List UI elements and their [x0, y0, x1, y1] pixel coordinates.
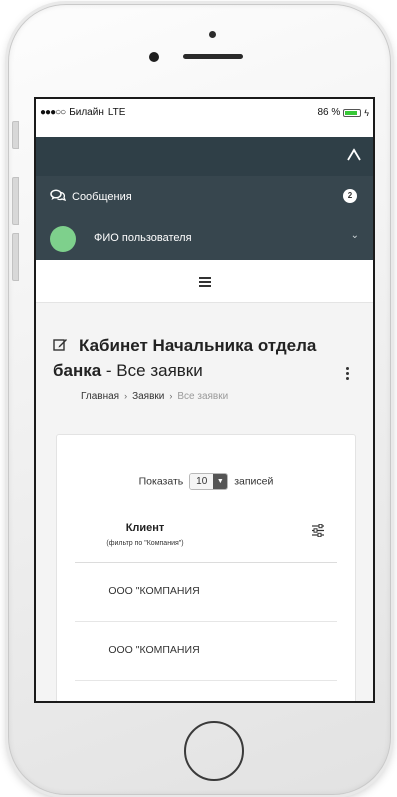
breadcrumb-home[interactable]: Главная — [81, 391, 119, 402]
user-name: ФИО пользователя — [94, 232, 192, 244]
menu-toggle-bar — [36, 260, 373, 303]
table-cell-client: ООО "КОМПАНИЯ — [108, 644, 200, 656]
chevron-right-icon: › — [169, 391, 173, 401]
battery-icon — [343, 108, 362, 117]
show-label: Показать — [138, 475, 184, 488]
column-title: Клиент — [125, 522, 165, 534]
entries-label: записей — [234, 475, 274, 488]
column-subtitle: (фильтр по "Компания") — [106, 540, 184, 547]
caret-down-icon: ▼ — [213, 474, 228, 489]
carrier-name: Билайн — [69, 107, 104, 118]
table-header-client[interactable]: Клиент (фильтр по "Компания") — [75, 510, 337, 563]
page-header: Кабинет Начальника отдела банка - Все за… — [36, 303, 373, 433]
breadcrumb-requests[interactable]: Заявки — [132, 391, 164, 402]
messages-label: Сообщения — [72, 191, 132, 203]
hamburger-menu-icon[interactable] — [199, 277, 211, 289]
battery-level — [345, 110, 358, 115]
user-menu[interactable]: ФИО пользователя ⌄ — [36, 216, 373, 260]
phone-screen: ●●●○○ Билайн LTE 86 % ϟ Сообщения 2 ФИО … — [34, 97, 375, 703]
mute-switch — [12, 121, 19, 149]
bolt-icon: ϟ — [364, 107, 369, 118]
breadcrumb-current: Все заявки — [177, 391, 229, 402]
filter-sliders-icon[interactable] — [311, 524, 325, 537]
page-title: Кабинет Начальника отдела банка - Все за… — [53, 333, 323, 383]
breadcrumb: Главная › Заявки › Все заявки — [81, 391, 228, 402]
volume-up-button — [12, 177, 19, 225]
table-row[interactable]: ООО "КОМПАНИЯ — [75, 563, 337, 622]
chat-bubbles-icon — [50, 189, 66, 202]
chevron-right-icon: › — [124, 391, 128, 401]
chevron-down-icon[interactable]: ⌄ — [351, 230, 359, 241]
avatar — [50, 226, 76, 252]
more-options-icon[interactable] — [346, 367, 349, 382]
signal-strength: ●●●○○ — [40, 107, 66, 118]
home-button[interactable] — [184, 721, 244, 781]
front-sensor — [209, 31, 216, 38]
volume-down-button — [12, 233, 19, 281]
battery-percent: 86 % — [317, 107, 341, 118]
front-camera — [149, 52, 159, 62]
page-size-value: 10 — [190, 474, 214, 489]
requests-table-card: Показать 10 ▼ записей Клиент (фильтр по … — [56, 434, 356, 701]
page-size-row: Показать 10 ▼ записей — [57, 473, 355, 490]
mountain-logo-icon[interactable] — [347, 148, 361, 162]
page-title-sub: Все заявки — [116, 361, 203, 380]
network-type: LTE — [107, 107, 126, 118]
earpiece-speaker — [183, 54, 243, 59]
top-navbar — [36, 137, 373, 176]
table-cell-client: ООО "КОМПАНИЯ — [108, 585, 200, 597]
page-title-separator: - — [101, 361, 117, 380]
page-size-select[interactable]: 10 ▼ — [189, 473, 229, 490]
status-bar: ●●●○○ Билайн LTE 86 % ϟ — [36, 99, 373, 137]
messages-count-badge: 2 — [343, 189, 357, 203]
table-row[interactable]: ООО "КОМПАНИЯ — [75, 622, 337, 681]
messages-menu-item[interactable]: Сообщения 2 — [36, 176, 373, 216]
